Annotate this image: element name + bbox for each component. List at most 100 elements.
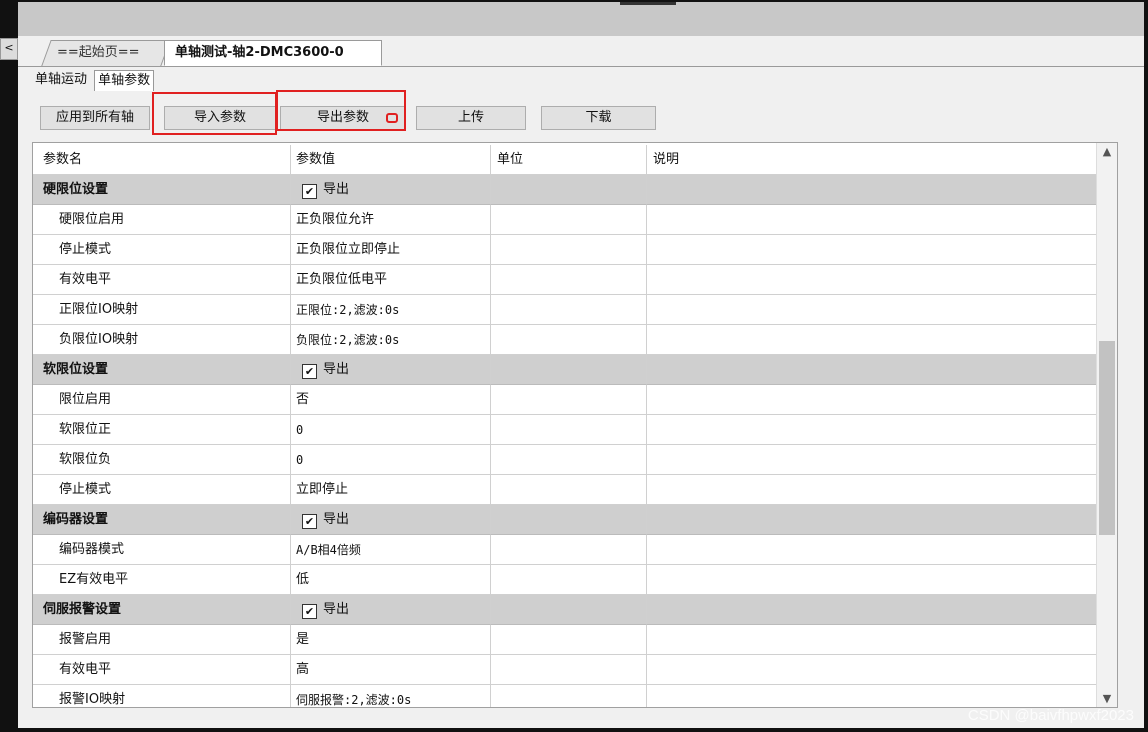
param-value[interactable]: 正负限位低电平 [291, 265, 491, 295]
group-row[interactable]: 伺服报警设置 ✔ 导出 [33, 595, 1097, 625]
tab-start-page-label: ==起始页== [57, 45, 140, 60]
param-value[interactable]: 是 [291, 625, 491, 655]
param-value[interactable]: 0 [291, 415, 491, 445]
param-value[interactable]: 负限位:2,滤波:0s [291, 325, 491, 355]
param-row[interactable]: 软限位负 0 [33, 445, 1097, 475]
param-name: 编码器模式 [33, 535, 291, 565]
scroll-down-arrow-icon[interactable]: ▼ [1097, 692, 1117, 705]
unit-cell [491, 385, 647, 415]
export-checkbox-cell[interactable]: ✔ 导出 [291, 505, 491, 535]
param-name: 报警IO映射 [33, 685, 291, 707]
param-value[interactable]: 否 [291, 385, 491, 415]
tab-single-axis-test[interactable]: 单轴测试-轴2-DMC3600-0 [164, 40, 382, 66]
param-name: 负限位IO映射 [33, 325, 291, 355]
group-name: 伺服报警设置 [33, 595, 291, 625]
export-checkbox-cell[interactable]: ✔ 导出 [291, 595, 491, 625]
group-row[interactable]: 编码器设置 ✔ 导出 [33, 505, 1097, 535]
desc-cell [647, 685, 1097, 707]
export-highlight-dot [386, 113, 398, 123]
param-value[interactable]: 正限位:2,滤波:0s [291, 295, 491, 325]
param-row[interactable]: 有效电平高 [33, 655, 1097, 685]
param-value[interactable]: 低 [291, 565, 491, 595]
col-header-unit[interactable]: 单位 [491, 145, 647, 175]
export-checkbox-label: 导出 [323, 512, 350, 527]
param-row[interactable]: 有效电平 正负限位低电平 [33, 265, 1097, 295]
download-button[interactable]: 下载 [541, 106, 656, 130]
param-row[interactable]: 限位启用否 [33, 385, 1097, 415]
side-collapse-button[interactable]: < [0, 38, 18, 60]
unit-cell [491, 325, 647, 355]
param-value[interactable]: 0 [291, 445, 491, 475]
param-row[interactable]: 软限位正 0 [33, 415, 1097, 445]
export-checkbox[interactable]: ✔ [302, 514, 317, 529]
param-value[interactable]: 立即停止 [291, 475, 491, 505]
group-row[interactable]: 硬限位设置 ✔ 导出 [33, 175, 1097, 205]
param-name: 停止模式 [33, 235, 291, 265]
param-value[interactable]: 正负限位允许 [291, 205, 491, 235]
param-value[interactable]: 高 [291, 655, 491, 685]
param-row[interactable]: 负限位IO映射 负限位:2,滤波:0s [33, 325, 1097, 355]
scroll-up-arrow-icon[interactable]: ▲ [1097, 145, 1117, 158]
title-strip [18, 2, 1144, 36]
param-row[interactable]: 正限位IO映射 正限位:2,滤波:0s [33, 295, 1097, 325]
export-checkbox-cell[interactable]: ✔ 导出 [291, 175, 491, 205]
unit-cell [491, 355, 647, 385]
param-row[interactable]: 报警IO映射 伺服报警:2,滤波:0s [33, 685, 1097, 707]
export-checkbox[interactable]: ✔ [302, 364, 317, 379]
param-name: 软限位正 [33, 415, 291, 445]
param-name: 正限位IO映射 [33, 295, 291, 325]
tab-start-page[interactable]: ==起始页== [41, 40, 171, 66]
param-name: 硬限位启用 [33, 205, 291, 235]
export-checkbox[interactable]: ✔ [302, 604, 317, 619]
tab-single-axis-motion[interactable]: 单轴运动 [32, 70, 90, 90]
desc-cell [647, 205, 1097, 235]
app-window: < ==起始页== 单轴测试-轴2-DMC3600-0 单轴运动 单轴参数 应用… [0, 2, 1144, 728]
col-header-name[interactable]: 参数名 [33, 145, 291, 175]
param-name: 软限位负 [33, 445, 291, 475]
desc-cell [647, 505, 1097, 535]
unit-cell [491, 295, 647, 325]
group-row[interactable]: 软限位设置 ✔ 导出 [33, 355, 1097, 385]
toolbar: 应用到所有轴 导入参数 导出参数 上传 下载 [18, 90, 1144, 135]
col-header-desc[interactable]: 说明 [647, 145, 1097, 175]
title-notch [620, 2, 676, 5]
param-row[interactable]: 停止模式 立即停止 [33, 475, 1097, 505]
export-checkbox-label: 导出 [323, 362, 350, 377]
unit-cell [491, 655, 647, 685]
param-row[interactable]: 硬限位启用 正负限位允许 [33, 205, 1097, 235]
sub-tab-bar: 单轴运动 单轴参数 [32, 70, 155, 94]
unit-cell [491, 595, 647, 625]
param-row[interactable]: EZ有效电平低 [33, 565, 1097, 595]
unit-cell [491, 505, 647, 535]
tab-single-axis-params[interactable]: 单轴参数 [94, 70, 155, 91]
param-value[interactable]: 伺服报警:2,滤波:0s [291, 685, 491, 707]
desc-cell [647, 295, 1097, 325]
group-name: 硬限位设置 [33, 175, 291, 205]
desc-cell [647, 625, 1097, 655]
param-value[interactable]: 正负限位立即停止 [291, 235, 491, 265]
desc-cell [647, 475, 1097, 505]
desc-cell [647, 355, 1097, 385]
param-name: 有效电平 [33, 655, 291, 685]
upload-button[interactable]: 上传 [416, 106, 526, 130]
group-name: 编码器设置 [33, 505, 291, 535]
import-highlight-box [152, 92, 277, 135]
watermark: CSDN @baivfhpwxf2023 [967, 707, 1134, 724]
col-header-value[interactable]: 参数值 [291, 145, 491, 175]
param-name: 有效电平 [33, 265, 291, 295]
param-row[interactable]: 停止模式 正负限位立即停止 [33, 235, 1097, 265]
unit-cell [491, 625, 647, 655]
unit-cell [491, 445, 647, 475]
desc-cell [647, 565, 1097, 595]
unit-cell [491, 175, 647, 205]
group-name: 软限位设置 [33, 355, 291, 385]
export-checkbox-cell[interactable]: ✔ 导出 [291, 355, 491, 385]
param-row[interactable]: 报警启用是 [33, 625, 1097, 655]
export-checkbox[interactable]: ✔ [302, 184, 317, 199]
param-row[interactable]: 编码器模式 A/B相4倍频 [33, 535, 1097, 565]
vertical-scrollbar[interactable]: ▲ ▼ [1096, 143, 1117, 707]
param-value[interactable]: A/B相4倍频 [291, 535, 491, 565]
export-checkbox-label: 导出 [323, 602, 350, 617]
apply-all-axes-button[interactable]: 应用到所有轴 [40, 106, 150, 130]
scroll-thumb[interactable] [1099, 341, 1115, 535]
